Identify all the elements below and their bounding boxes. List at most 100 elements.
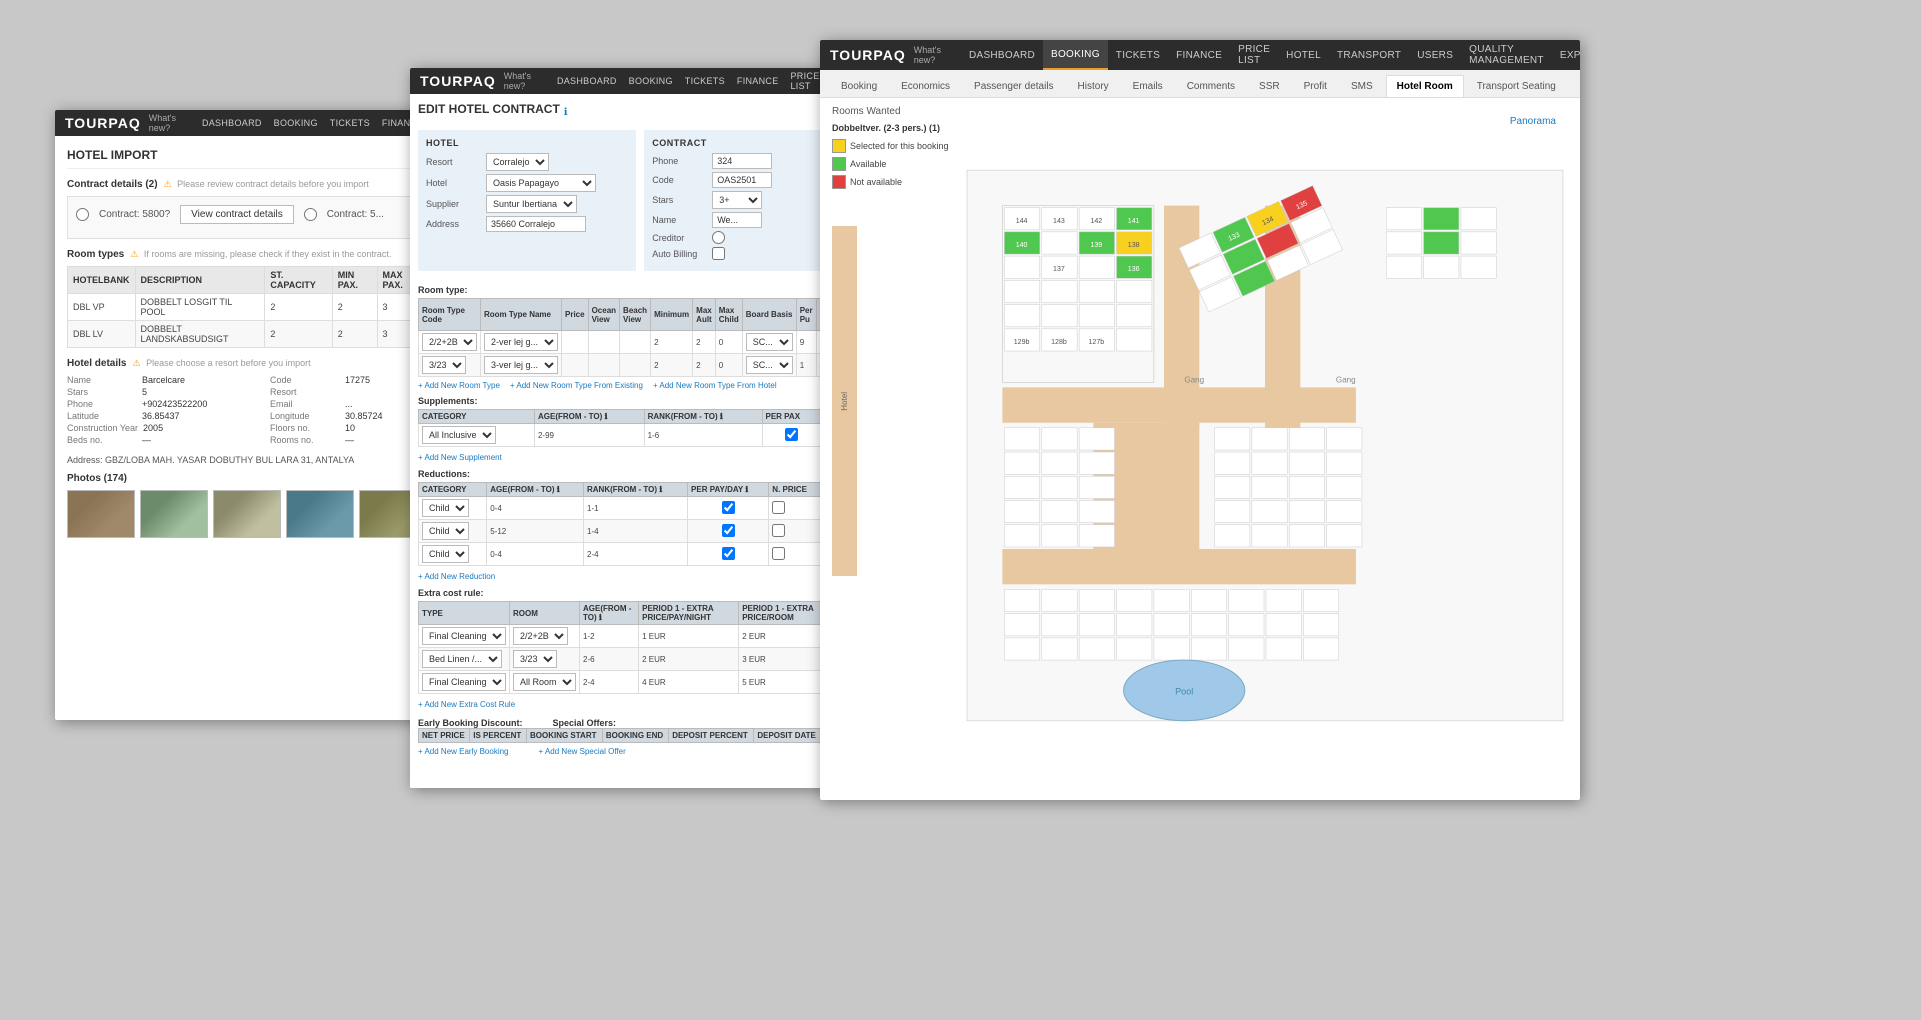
rt-code-select-2[interactable]: 3/23 [422, 356, 466, 374]
nav-pricelist-3[interactable]: PRICE LIST [1230, 40, 1278, 70]
red-col-nprice: N. PRICE [769, 483, 822, 497]
nav-dashboard-2[interactable]: DASHBOARD [551, 68, 623, 94]
contract-section-title: CONTRACT [652, 138, 814, 148]
photo-3[interactable] [213, 490, 281, 538]
table-row: 3/23 3-ver lej g... 2 2 0 SC... 1 4 94 [419, 354, 831, 377]
nav-tickets-2[interactable]: TICKETS [679, 68, 731, 94]
red-nprice-1[interactable] [772, 501, 785, 514]
extra-room-2[interactable]: 3/23 [513, 650, 557, 668]
nav-export-3[interactable]: EXPORT [1552, 40, 1580, 70]
nav-users-3[interactable]: USERS [1409, 40, 1461, 70]
tab-economics[interactable]: Economics [890, 75, 961, 97]
rt-name-select-2[interactable]: 3-ver lej g... [484, 356, 558, 374]
tab-emails[interactable]: Emails [1122, 75, 1174, 97]
address-input[interactable] [486, 216, 586, 232]
tab-passenger[interactable]: Passenger details [963, 75, 1065, 97]
creditor-label: Creditor [652, 233, 707, 243]
tab-profit[interactable]: Profit [1293, 75, 1338, 97]
rt-code-select-1[interactable]: 2/2+2B [422, 333, 477, 351]
red-nprice-3[interactable] [772, 547, 785, 560]
rt-col-ocean: Ocean View [588, 299, 619, 331]
auto-billing-check[interactable] [712, 247, 725, 260]
col-minpax: MIN PAX. [332, 267, 377, 294]
eb-col-start: BOOKING START [526, 729, 602, 743]
tab-hotel-room[interactable]: Hotel Room [1386, 75, 1464, 97]
early-special-row: Early Booking Discount: Special Offers: [418, 718, 822, 728]
phone-input[interactable] [712, 153, 772, 169]
add-room-existing-link[interactable]: + Add New Room Type From Existing [510, 381, 643, 390]
supp-cat-select[interactable]: All Inclusive [422, 426, 496, 444]
rt-name-select-1[interactable]: 2-ver lej g... [484, 333, 558, 351]
extra-type-1[interactable]: Final Cleaning [422, 627, 506, 645]
code-label-2: Code [652, 175, 707, 185]
nav-quality-3[interactable]: QUALITY MANAGEMENT [1461, 40, 1552, 70]
rt-board-select-1[interactable]: SC... [746, 333, 793, 351]
code-input[interactable] [712, 172, 772, 188]
name-input[interactable] [712, 212, 762, 228]
red-perpay-3[interactable] [722, 547, 735, 560]
rt-board-select-2[interactable]: SC... [746, 356, 793, 374]
extra-room-3[interactable]: All Room [513, 673, 576, 691]
contract-radio-2[interactable] [304, 208, 317, 221]
table-row: Child 5-12 1-4 [419, 520, 822, 543]
photo-2[interactable] [140, 490, 208, 538]
red-perpay-1[interactable] [722, 501, 735, 514]
tab-comments[interactable]: Comments [1176, 75, 1246, 97]
add-supplement-link[interactable]: + Add New Supplement [418, 453, 502, 462]
red-cat-3[interactable]: Child [422, 545, 469, 563]
supp-perpax-check[interactable] [785, 428, 798, 441]
add-extra-link[interactable]: + Add New Extra Cost Rule [418, 700, 515, 709]
red-nprice-2[interactable] [772, 524, 785, 537]
nav-booking-2[interactable]: BOOKING [623, 68, 679, 94]
nav-finance-2[interactable]: FINANCE [731, 68, 785, 94]
creditor-radio[interactable] [712, 231, 725, 244]
extra-type-3[interactable]: Final Cleaning [422, 673, 506, 691]
contract-radio-1[interactable] [76, 208, 89, 221]
pool-label: Pool [1175, 686, 1193, 696]
add-special-offer-link[interactable]: + Add New Special Offer [539, 747, 626, 756]
supp-col-rank: RANK(FROM - TO) ℹ [644, 410, 762, 424]
legend: Selected for this booking Available Not … [832, 139, 962, 189]
supplier-select[interactable]: Suntur Ibertiana [486, 195, 577, 213]
hotel-select[interactable]: Oasis Papagayo [486, 174, 596, 192]
whats-new-1: What's new? [149, 113, 176, 133]
nav-tickets-3[interactable]: TICKETS [1108, 40, 1168, 70]
panorama-link[interactable]: Panorama [1510, 116, 1556, 127]
tab-booking[interactable]: Booking [830, 75, 888, 97]
extra-room-1[interactable]: 2/2+2B [513, 627, 568, 645]
nav-tickets-1[interactable]: TICKETS [324, 110, 376, 136]
nav-bar-2: TOURPAQ What's new? DASHBOARD BOOKING TI… [410, 68, 830, 94]
photo-4[interactable] [286, 490, 354, 538]
add-early-booking-link[interactable]: + Add New Early Booking [418, 747, 509, 756]
tab-sms[interactable]: SMS [1340, 75, 1384, 97]
stars-select[interactable]: 3+ [712, 191, 762, 209]
resort-select[interactable]: Corralejo [486, 153, 549, 171]
tab-ssr[interactable]: SSR [1248, 75, 1291, 97]
red-perpay-2[interactable] [722, 524, 735, 537]
view-contract-button[interactable]: View contract details [180, 205, 294, 224]
add-room-hotel-link[interactable]: + Add New Room Type From Hotel [653, 381, 777, 390]
nav-hotel-3[interactable]: HOTEL [1278, 40, 1329, 70]
nav-dashboard-3[interactable]: DASHBOARD [961, 40, 1043, 70]
add-room-type-link[interactable]: + Add New Room Type [418, 381, 500, 390]
red-cat-1[interactable]: Child [422, 499, 469, 517]
nav-transport-3[interactable]: TRANSPORT [1329, 40, 1409, 70]
tab-transport-seating[interactable]: Transport Seating [1466, 75, 1567, 97]
contract-details-section: Contract: 5800? View contract details Co… [67, 196, 463, 239]
red-cat-2[interactable]: Child [422, 522, 469, 540]
nav-dashboard-1[interactable]: DASHBOARD [196, 110, 268, 136]
info-icon-2[interactable]: ℹ [564, 107, 568, 118]
special-offers-label: Special Offers: [553, 718, 617, 728]
red-col-perpay: PER PAY/DAY ℹ [688, 483, 769, 497]
eb-col-depdate: DEPOSIT DATE [754, 729, 822, 743]
extra-type-2[interactable]: Bed Linen /... [422, 650, 502, 668]
nav-booking-3[interactable]: BOOKING [1043, 40, 1108, 70]
table-row: DBL VP DOBBELT LOSGIT TIL POOL 2 2 3 2 [68, 294, 463, 321]
tab-history[interactable]: History [1067, 75, 1120, 97]
nav-finance-3[interactable]: FINANCE [1168, 40, 1230, 70]
detail-name: Name Barcelcare [67, 375, 260, 385]
nav-booking-1[interactable]: BOOKING [268, 110, 324, 136]
supplier-label: Supplier [426, 199, 481, 209]
photo-1[interactable] [67, 490, 135, 538]
add-reduction-link[interactable]: + Add New Reduction [418, 572, 495, 581]
